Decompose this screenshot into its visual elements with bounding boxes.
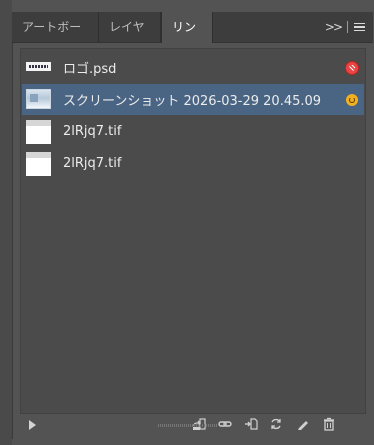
link-row-selected[interactable]: スクリーンショット 2026-03-29 20.45.09: [22, 84, 364, 115]
link-thumbnail: [26, 152, 51, 176]
link-name: 2lRjq7.tif: [63, 156, 122, 171]
link-name: スクリーンショット 2026-03-29 20.45.09: [63, 94, 322, 109]
divider: [347, 21, 348, 33]
missing-link-icon: [346, 61, 358, 74]
edit-original-icon[interactable]: [296, 417, 310, 431]
link-row[interactable]: 2lRjq7.tif: [22, 116, 364, 147]
play-icon[interactable]: [29, 420, 36, 430]
tab-layers[interactable]: レイヤー: [99, 12, 161, 64]
link-name: ロゴ.psd: [63, 62, 117, 77]
relink-icon[interactable]: [218, 417, 232, 431]
link-thumbnail: [26, 120, 51, 144]
tab-links[interactable]: リンク: [161, 12, 213, 64]
double-chevron-right-icon[interactable]: >>: [325, 12, 343, 42]
link-name: 2lRjq7.tif: [63, 124, 122, 139]
panel-tab-bar: アートボード レイヤー リンク >>: [12, 12, 373, 64]
modified-link-icon: [346, 93, 358, 106]
workspace-edge: [0, 0, 12, 445]
delete-icon[interactable]: [322, 417, 336, 431]
link-row[interactable]: 2lRjq7.tif: [22, 148, 364, 179]
panel-resize-grip[interactable]: [158, 424, 218, 427]
tab-artboards[interactable]: アートボード: [12, 12, 99, 64]
panel-controls: >>: [325, 12, 365, 42]
hamburger-menu-icon[interactable]: [354, 21, 365, 34]
links-panel: アートボード レイヤー リンク >> ロゴ.psd スクリーンショット 2026…: [12, 12, 373, 439]
link-row[interactable]: ロゴ.psd: [22, 52, 364, 83]
link-thumbnail: [26, 62, 51, 71]
update-link-icon[interactable]: [269, 417, 283, 431]
link-thumbnail: [26, 89, 51, 109]
links-list: ロゴ.psd スクリーンショット 2026-03-29 20.45.09 2lR…: [20, 48, 366, 414]
go-to-link-icon[interactable]: [244, 417, 258, 431]
